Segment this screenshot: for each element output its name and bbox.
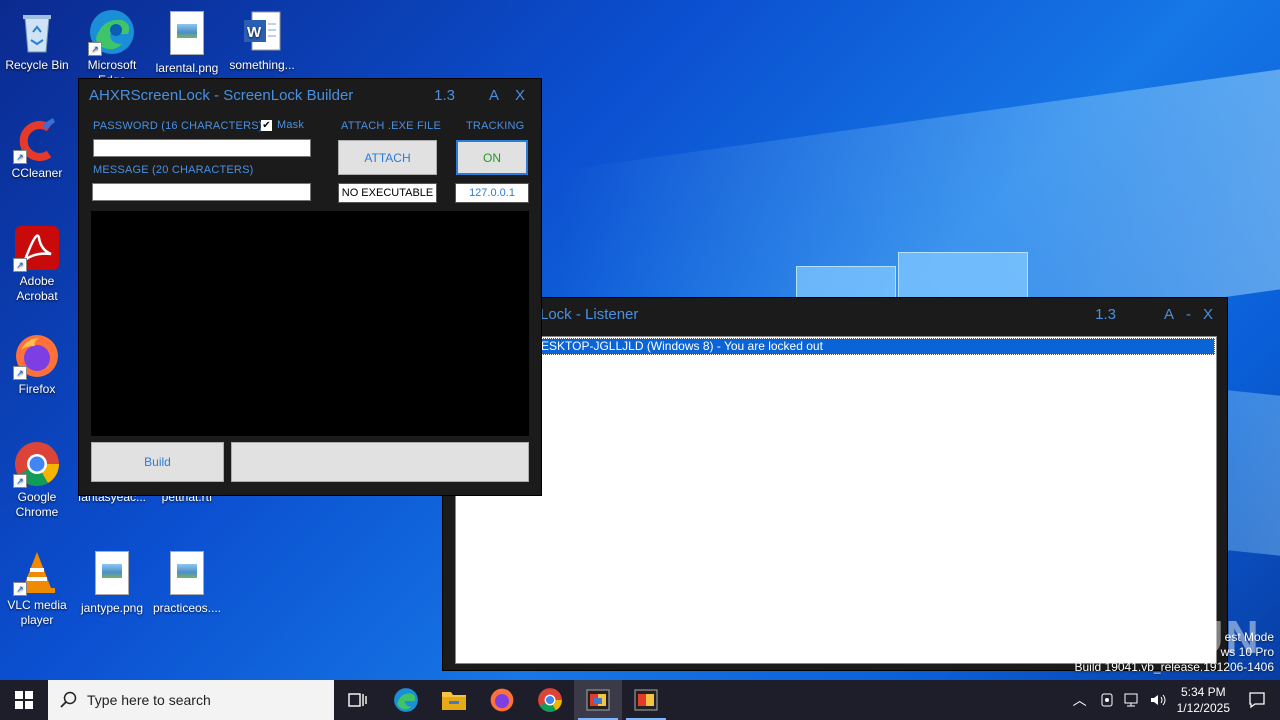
builder-title: AHXRScreenLock - ScreenLock Builder — [89, 86, 354, 104]
desktop-icon-label: VLC media player — [7, 598, 67, 627]
listener-titlebar[interactable]: Lock - Listener 1.3 A - X — [443, 298, 1227, 330]
desktop-icon-edge[interactable]: ↗ Microsoft Edge — [76, 8, 148, 80]
desktop-icon-larental[interactable]: larental.png — [151, 8, 223, 76]
attach-button[interactable]: ATTACH — [338, 140, 437, 175]
builder-titlebar[interactable]: AHXRScreenLock - ScreenLock Builder 1.3 … — [79, 79, 541, 111]
attach-status: NO EXECUTABLE — [338, 183, 437, 203]
listener-client-row[interactable]: ESKTOP-JGLLJLD (Windows 8) - You are loc… — [457, 338, 1215, 355]
password-label: PASSWORD (16 CHARACTERS) — [93, 120, 263, 132]
screenlock-builder-icon — [586, 689, 610, 711]
desktop-icon-label: Adobe Acrobat — [16, 274, 58, 303]
firefox-icon: ↗ — [13, 332, 61, 380]
edge-icon — [394, 688, 418, 712]
desktop-icon-chrome[interactable]: ↗ Google Chrome — [1, 440, 73, 520]
desktop-icon-label: practiceos.... — [152, 601, 222, 615]
word-document-icon: W — [238, 8, 286, 56]
taskbar-edge[interactable] — [382, 680, 430, 720]
acrobat-icon: ↗ — [13, 224, 61, 272]
desktop-icon-acrobat[interactable]: ↗ Adobe Acrobat — [1, 224, 73, 304]
ccleaner-icon: ↗ — [13, 116, 61, 164]
clock-date: 1/12/2025 — [1176, 701, 1230, 715]
build-button[interactable]: Build — [91, 442, 224, 482]
vlc-icon: ↗ — [13, 548, 61, 596]
builder-window[interactable]: AHXRScreenLock - ScreenLock Builder 1.3 … — [78, 78, 542, 496]
screenlock-listener-icon — [634, 689, 658, 711]
image-file-icon — [163, 11, 211, 59]
builder-close-button[interactable]: X — [515, 87, 525, 104]
desktop-icon-recycle-bin[interactable]: Recycle Bin — [1, 8, 73, 73]
start-button[interactable] — [0, 680, 48, 720]
search-placeholder: Type here to search — [87, 692, 211, 708]
firefox-icon — [490, 688, 514, 712]
desktop-icon-firefox[interactable]: ↗ Firefox — [1, 332, 73, 397]
desktop-icon-jantype[interactable]: jantype.png — [76, 548, 148, 616]
tracking-toggle-button[interactable]: ON — [456, 140, 528, 175]
listener-a-button[interactable]: A — [1164, 306, 1174, 323]
taskbar-search-box[interactable]: Type here to search — [48, 680, 334, 720]
checkmark-icon: ✔ — [261, 119, 272, 131]
desktop-icon-label: larental.png — [155, 61, 219, 75]
anyrun-watermark: ANY RUN — [1038, 611, 1261, 663]
desktop-icon-label: CCleaner — [11, 166, 63, 180]
desktop-icon-something[interactable]: W something... — [226, 8, 298, 73]
preview-area — [91, 211, 529, 436]
desktop-icon-ccleaner[interactable]: ↗ CCleaner — [1, 116, 73, 181]
password-input[interactable] — [93, 139, 311, 157]
listener-minimize-button[interactable]: - — [1186, 306, 1191, 323]
desktop-icon-label: Google Chrome — [15, 490, 59, 519]
search-icon — [60, 691, 77, 708]
taskbar-file-explorer[interactable] — [430, 680, 478, 720]
taskbar-chrome[interactable] — [526, 680, 574, 720]
desktop-icon-label: something... — [229, 58, 295, 72]
clock-time: 5:34 PM — [1180, 685, 1226, 699]
chrome-icon: ↗ — [13, 440, 61, 488]
message-input[interactable] — [92, 183, 311, 201]
desktop-icon-label: Recycle Bin — [5, 58, 69, 72]
clock[interactable]: 5:34 PM 1/12/2025 — [1177, 684, 1230, 716]
notifications-icon — [1249, 692, 1265, 709]
taskbar-firefox[interactable] — [478, 680, 526, 720]
recycle-bin-icon — [13, 8, 61, 56]
chrome-icon — [538, 688, 562, 712]
svg-text:W: W — [247, 24, 262, 41]
image-file-icon — [88, 551, 136, 599]
status-box — [231, 442, 529, 482]
mask-label: Mask — [277, 119, 305, 131]
file-explorer-icon — [442, 692, 466, 710]
tracking-label: TRACKING — [466, 120, 525, 132]
desktop-icon-practiceos[interactable]: practiceos.... — [151, 548, 223, 616]
task-view-icon — [348, 693, 367, 707]
chevron-up-icon[interactable]: ︿ — [1073, 690, 1087, 710]
device-icon — [1101, 693, 1113, 707]
listener-version: 1.3 — [1095, 305, 1116, 323]
desktop-icon-label: Microsoft Edge — [87, 58, 137, 80]
desktop-icon-label: Firefox — [18, 382, 56, 396]
builder-a-button[interactable]: A — [489, 87, 499, 104]
desktop-icon-label: jantype.png — [80, 601, 144, 615]
builder-version: 1.3 — [434, 86, 455, 104]
taskbar-screenlock-listener[interactable] — [622, 680, 670, 720]
message-label: MESSAGE (20 CHARACTERS) — [93, 164, 254, 176]
desktop-icon-vlc[interactable]: ↗ VLC media player — [1, 548, 73, 628]
wallpaper-windows-logo — [796, 244, 1028, 306]
listener-close-button[interactable]: X — [1203, 306, 1213, 323]
edge-icon: ↗ — [88, 8, 136, 56]
image-file-icon — [163, 551, 211, 599]
network-icon — [1124, 693, 1138, 707]
attach-label: ATTACH .EXE FILE — [341, 120, 441, 132]
taskbar: Type here to search ︿ 5:34 PM 1/12/2025 — [0, 680, 1280, 720]
taskbar-screenlock-builder[interactable] — [574, 680, 622, 720]
mask-checkbox[interactable]: ✔ Mask — [261, 119, 304, 131]
windows-start-icon — [15, 691, 33, 709]
volume-icon — [1150, 694, 1166, 706]
task-view-button[interactable] — [334, 680, 382, 720]
tracking-ip-field[interactable]: 127.0.0.1 — [455, 183, 529, 203]
system-tray: ︿ 5:34 PM 1/12/2025 — [1073, 680, 1280, 720]
